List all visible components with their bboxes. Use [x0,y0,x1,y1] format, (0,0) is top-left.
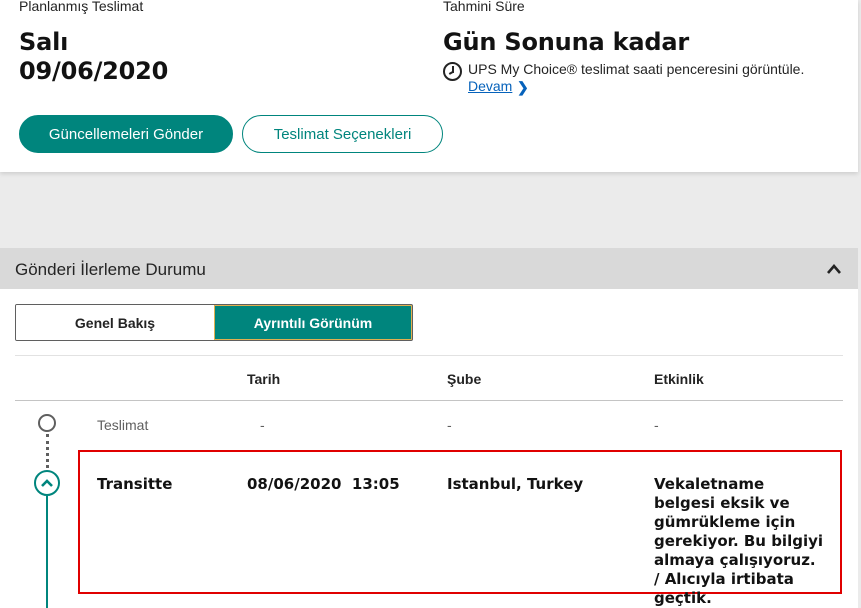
tab-overview[interactable]: Genel Bakış [16,305,214,340]
timeline-dotted-line [46,434,49,468]
chevron-up-icon [41,479,53,487]
planned-date: 09/06/2020 [19,57,169,85]
estimated-time-label: Tahmini Süre [443,0,525,14]
clock-icon [443,62,462,81]
column-header-date: Tarih [247,371,281,387]
planned-delivery-label: Planlanmış Teslimat [19,0,144,14]
progress-title: Gönderi İlerleme Durumu [15,260,206,279]
timeline-dot-pending [38,414,56,432]
divider [15,355,843,356]
row-status: Transitte [97,475,173,493]
row-date: 08/06/2020 13:05 [247,475,400,493]
my-choice-text: UPS My Choice® teslimat saati penceresin… [468,61,805,77]
progress-header[interactable]: Gönderi İlerleme Durumu [0,248,858,289]
devam-link[interactable]: Devam [468,78,512,94]
estimated-time-value: Gün Sonuna kadar [443,28,689,56]
divider [15,400,843,401]
send-updates-button[interactable]: Güncellemeleri Gönder [19,115,233,153]
tab-detailed-view[interactable]: Ayrıntılı Görünüm [214,305,412,340]
row-date: - [260,417,265,433]
row-status: Teslimat [97,417,149,433]
view-toggle: Genel Bakış Ayrıntılı Görünüm [15,304,413,341]
planned-day: Salı [19,28,69,56]
timeline-line [46,496,48,608]
row-activity: - [654,417,659,433]
column-header-activity: Etkinlik [654,371,704,387]
row-branch: Istanbul, Turkey [447,475,584,493]
column-header-branch: Şube [447,371,482,387]
row-activity: Vekaletname belgesi eksik ve gümrükleme … [654,475,824,607]
shipment-progress-card: Gönderi İlerleme Durumu Genel Bakış Ayrı… [0,248,858,608]
timeline-dot-current [34,470,60,496]
row-branch: - [447,417,452,433]
delivery-summary-card: Planlanmış Teslimat Salı 09/06/2020 Tahm… [0,0,858,172]
chevron-up-icon[interactable] [826,262,842,276]
delivery-options-button[interactable]: Teslimat Seçenekleri [242,115,443,153]
chevron-right-icon[interactable]: ❯ [517,79,529,96]
